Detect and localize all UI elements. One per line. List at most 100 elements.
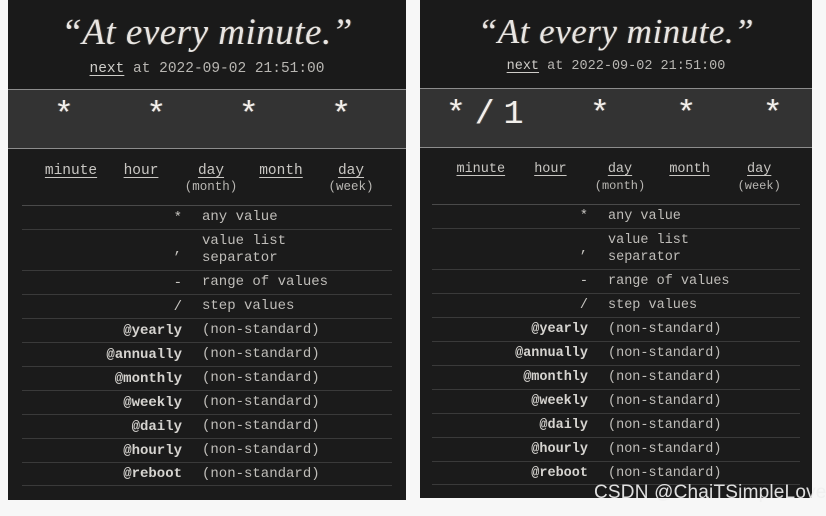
- table-row: , value list separator: [432, 228, 800, 269]
- next-run-line-right: next at 2022-09-02 21:51:00: [420, 59, 812, 74]
- field-day-month-right[interactable]: day (month): [585, 162, 655, 194]
- field-month-right[interactable]: month: [655, 162, 725, 178]
- field-month-left[interactable]: month: [246, 163, 316, 179]
- table-row: @yearly (non-standard): [22, 318, 392, 342]
- next-time-right: at 2022-09-02 21:51:00: [539, 59, 726, 74]
- table-row: - range of values: [432, 269, 800, 293]
- table-row: @reboot (non-standard): [432, 461, 800, 485]
- legend-symbol: *: [173, 209, 182, 226]
- legend-symbol: @daily: [131, 418, 182, 435]
- table-row: @yearly (non-standard): [432, 317, 800, 341]
- legend-symbol: @reboot: [123, 466, 182, 482]
- legend-description: any value: [202, 209, 278, 225]
- legend-symbol: -: [579, 274, 588, 289]
- legend-symbol: ,: [173, 242, 182, 258]
- panel-title-right: “At every minute.”: [477, 12, 755, 51]
- table-row: / step values: [22, 294, 392, 318]
- legend-description: step values: [202, 298, 295, 314]
- legend-rows-right: * any value , value list separator - ran…: [432, 204, 800, 485]
- table-row: @monthly (non-standard): [22, 366, 392, 390]
- cron-table-left: minute hour day (month) month day (week)…: [8, 149, 406, 486]
- legend-description: value list separator: [608, 233, 690, 265]
- legend-symbol: @reboot: [531, 465, 588, 481]
- field-headers-right: minute hour day (month) month day (week): [432, 148, 800, 204]
- next-link-left[interactable]: next: [90, 61, 125, 77]
- legend-description: step values: [608, 298, 698, 313]
- field-label: day: [337, 163, 365, 179]
- legend-symbol: @yearly: [531, 322, 588, 337]
- field-label: month: [259, 163, 303, 179]
- legend-symbol: -: [173, 274, 182, 291]
- legend-symbol: @annually: [106, 346, 182, 363]
- legend-description: range of values: [608, 274, 730, 289]
- legend-symbol: @monthly: [114, 370, 182, 387]
- legend-description: (non-standard): [202, 465, 320, 482]
- panel-title-left: “At every minute.”: [61, 12, 353, 53]
- field-day-month-left[interactable]: day (month): [176, 163, 246, 195]
- table-row: * any value: [22, 205, 392, 229]
- legend-description: (non-standard): [608, 418, 722, 433]
- field-day-week-right[interactable]: day (week): [724, 162, 794, 194]
- field-hour-left[interactable]: hour: [106, 163, 176, 179]
- table-row: @annually (non-standard): [22, 342, 392, 366]
- field-sublabel: (month): [184, 180, 238, 194]
- legend-description: (non-standard): [202, 370, 320, 386]
- field-minute-right[interactable]: minute: [446, 162, 516, 178]
- legend-symbol: @weekly: [531, 394, 588, 409]
- field-sublabel: (month): [594, 179, 646, 193]
- panel-header-left: “At every minute.” next at 2022-09-02 21…: [8, 0, 406, 89]
- cron-table-right: minute hour day (month) month day (week)…: [420, 148, 812, 485]
- field-sublabel: (week): [328, 180, 374, 194]
- panel-header-right: “At every minute.” next at 2022-09-02 21…: [420, 0, 812, 88]
- table-row: * any value: [432, 204, 800, 228]
- legend-description: (non-standard): [608, 346, 722, 361]
- legend-symbol: /: [579, 298, 588, 313]
- legend-symbol: @weekly: [123, 394, 182, 411]
- legend-symbol: @hourly: [123, 442, 182, 459]
- field-label: minute: [44, 163, 98, 179]
- field-label: hour: [534, 162, 567, 177]
- table-row: @daily (non-standard): [432, 413, 800, 437]
- cron-expression-bar-right[interactable]: */1 * * * *: [420, 88, 812, 148]
- legend-description: (non-standard): [202, 394, 320, 410]
- next-run-line-left: next at 2022-09-02 21:51:00: [8, 61, 406, 77]
- legend-symbol: @annually: [515, 346, 588, 361]
- legend-description: (non-standard): [608, 370, 722, 385]
- cron-panel-right: “At every minute.” next at 2022-09-02 21…: [420, 0, 812, 498]
- legend-description: (non-standard): [608, 465, 722, 481]
- legend-description: any value: [608, 209, 681, 224]
- legend-symbol: @monthly: [523, 370, 588, 385]
- table-row: - range of values: [22, 270, 392, 294]
- table-row: @annually (non-standard): [432, 341, 800, 365]
- table-row: @reboot (non-standard): [22, 462, 392, 486]
- legend-symbol: *: [579, 209, 588, 224]
- field-day-week-left[interactable]: day (week): [316, 163, 386, 195]
- table-row: , value list separator: [22, 229, 392, 270]
- field-sublabel: (week): [737, 179, 781, 193]
- table-row: / step values: [432, 293, 800, 317]
- legend-description: (non-standard): [202, 322, 320, 338]
- legend-description: (non-standard): [202, 442, 320, 458]
- field-label: day: [197, 163, 225, 179]
- table-row: @monthly (non-standard): [432, 365, 800, 389]
- legend-symbol: ,: [579, 241, 588, 257]
- field-hour-right[interactable]: hour: [516, 162, 586, 178]
- table-row: @weekly (non-standard): [432, 389, 800, 413]
- field-headers-left: minute hour day (month) month day (week): [22, 149, 392, 205]
- legend-symbol: @daily: [539, 418, 588, 433]
- cron-expression-bar-left[interactable]: * * * * *: [8, 89, 406, 149]
- cron-panel-left: “At every minute.” next at 2022-09-02 21…: [8, 0, 406, 500]
- table-row: @weekly (non-standard): [22, 390, 392, 414]
- legend-description: range of values: [202, 274, 329, 290]
- field-label: month: [669, 162, 710, 177]
- legend-rows-left: * any value , value list separator - ran…: [22, 205, 392, 486]
- field-minute-left[interactable]: minute: [36, 163, 106, 179]
- legend-description: (non-standard): [202, 418, 320, 434]
- legend-description: value list separator: [202, 233, 287, 266]
- field-label: hour: [123, 163, 159, 179]
- table-row: @hourly (non-standard): [22, 438, 392, 462]
- next-link-right[interactable]: next: [507, 59, 539, 74]
- legend-symbol: /: [173, 298, 182, 315]
- cron-expression-right: */1 * * * *: [446, 96, 792, 133]
- crontab-guru-comparison: “At every minute.” next at 2022-09-02 21…: [0, 0, 826, 516]
